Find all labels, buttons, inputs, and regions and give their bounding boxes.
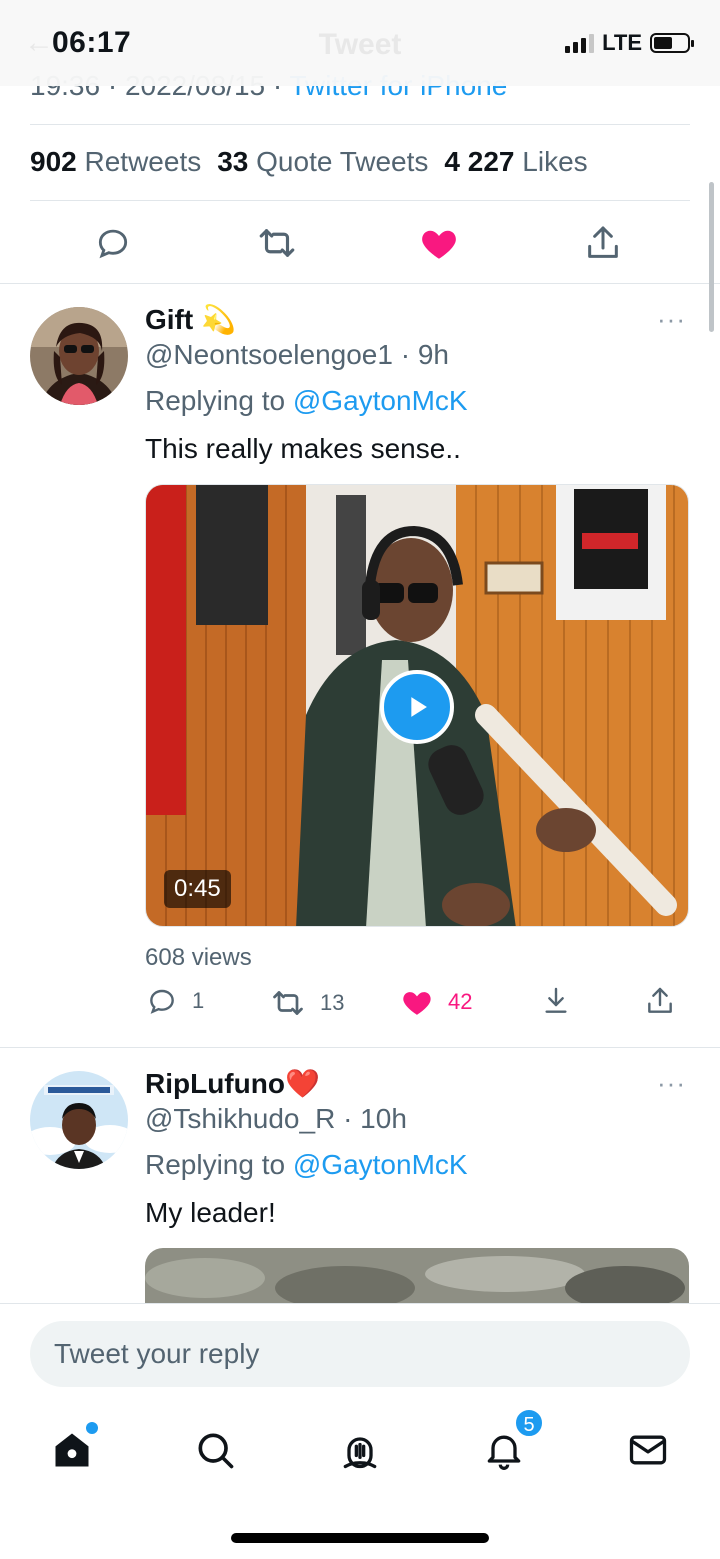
more-options-icon[interactable]: ··· xyxy=(657,1068,686,1099)
divider xyxy=(0,283,720,284)
author-handle[interactable]: @Neontsoelengoe1 · 9h xyxy=(145,339,449,371)
spaces-icon xyxy=(343,1437,377,1469)
like-icon[interactable] xyxy=(414,218,464,268)
battery-icon xyxy=(650,33,694,53)
reply-button[interactable]: 1 xyxy=(146,985,204,1017)
retweets-stat[interactable]: 902 Retweets xyxy=(30,146,201,178)
divider xyxy=(30,124,690,125)
tweet-image[interactable] xyxy=(145,1248,689,1308)
author-name[interactable]: RipLufuno❤️ xyxy=(145,1067,320,1100)
tweet-text: This really makes sense.. xyxy=(145,433,461,464)
tab-spaces[interactable] xyxy=(332,1422,388,1478)
status-time: 06:17 xyxy=(52,26,132,59)
more-options-icon[interactable]: ··· xyxy=(657,304,686,335)
mail-icon xyxy=(629,1435,667,1465)
signal-icon xyxy=(565,33,595,53)
new-content-dot xyxy=(86,1422,98,1434)
like-count: 42 xyxy=(448,989,473,1014)
like-icon xyxy=(403,992,431,1015)
mention-link[interactable]: @GaytonMcK xyxy=(293,385,468,416)
status-bar: ← Tweet 06:17 LTE xyxy=(0,0,720,86)
divider xyxy=(0,1047,720,1048)
tab-search[interactable] xyxy=(187,1422,243,1478)
retweet-count: 13 xyxy=(320,990,345,1015)
replying-to: Replying to @GaytonMcK xyxy=(145,385,468,416)
retweet-icon[interactable] xyxy=(252,218,302,268)
share-icon[interactable] xyxy=(578,218,628,268)
like-button[interactable]: 42 xyxy=(400,985,472,1019)
retweet-icon xyxy=(273,991,303,1015)
view-count: 608 views xyxy=(145,944,252,971)
divider xyxy=(30,200,690,201)
network-label: LTE xyxy=(602,30,642,55)
retweet-button[interactable]: 13 xyxy=(270,985,344,1021)
share-icon xyxy=(648,987,672,1013)
play-button[interactable] xyxy=(380,670,454,744)
reply-icon[interactable] xyxy=(88,218,138,268)
tweet-text: My leader! xyxy=(145,1197,276,1228)
avatar[interactable] xyxy=(30,1071,128,1169)
home-icon xyxy=(55,1433,89,1467)
tab-notifications[interactable]: 5 xyxy=(476,1408,544,1478)
tweet-stats: 902 Retweets 33 Quote Tweets 4 227 Likes xyxy=(30,146,588,178)
download-icon xyxy=(545,987,567,1013)
scrollbar[interactable] xyxy=(709,182,714,332)
mention-link[interactable]: @GaytonMcK xyxy=(293,1149,468,1180)
author-handle[interactable]: @Tshikhudo_R · 10h xyxy=(145,1103,407,1135)
reply-actions: 1 13 42 xyxy=(0,985,720,1025)
main-tweet-actions xyxy=(0,218,720,268)
download-button[interactable] xyxy=(540,985,572,1017)
reply-icon xyxy=(150,989,174,1014)
avatar[interactable] xyxy=(30,307,128,405)
tab-home[interactable] xyxy=(44,1422,100,1478)
video-duration: 0:45 xyxy=(164,870,231,908)
notification-badge: 5 xyxy=(514,1408,544,1438)
share-button[interactable] xyxy=(644,985,676,1017)
home-indicator[interactable] xyxy=(231,1533,489,1543)
author-name[interactable]: Gift 💫 xyxy=(145,303,236,336)
search-icon xyxy=(198,1433,234,1469)
reply-count: 1 xyxy=(192,988,205,1013)
replying-to: Replying to @GaytonMcK xyxy=(145,1149,468,1180)
status-indicators: LTE xyxy=(565,30,694,56)
likes-stat[interactable]: 4 227 Likes xyxy=(444,146,587,178)
bottom-bar: Tweet your reply 5 xyxy=(0,1303,720,1559)
tab-messages[interactable] xyxy=(620,1422,676,1478)
reply-input[interactable]: Tweet your reply xyxy=(30,1321,690,1387)
quote-tweets-stat[interactable]: 33 Quote Tweets xyxy=(217,146,428,178)
